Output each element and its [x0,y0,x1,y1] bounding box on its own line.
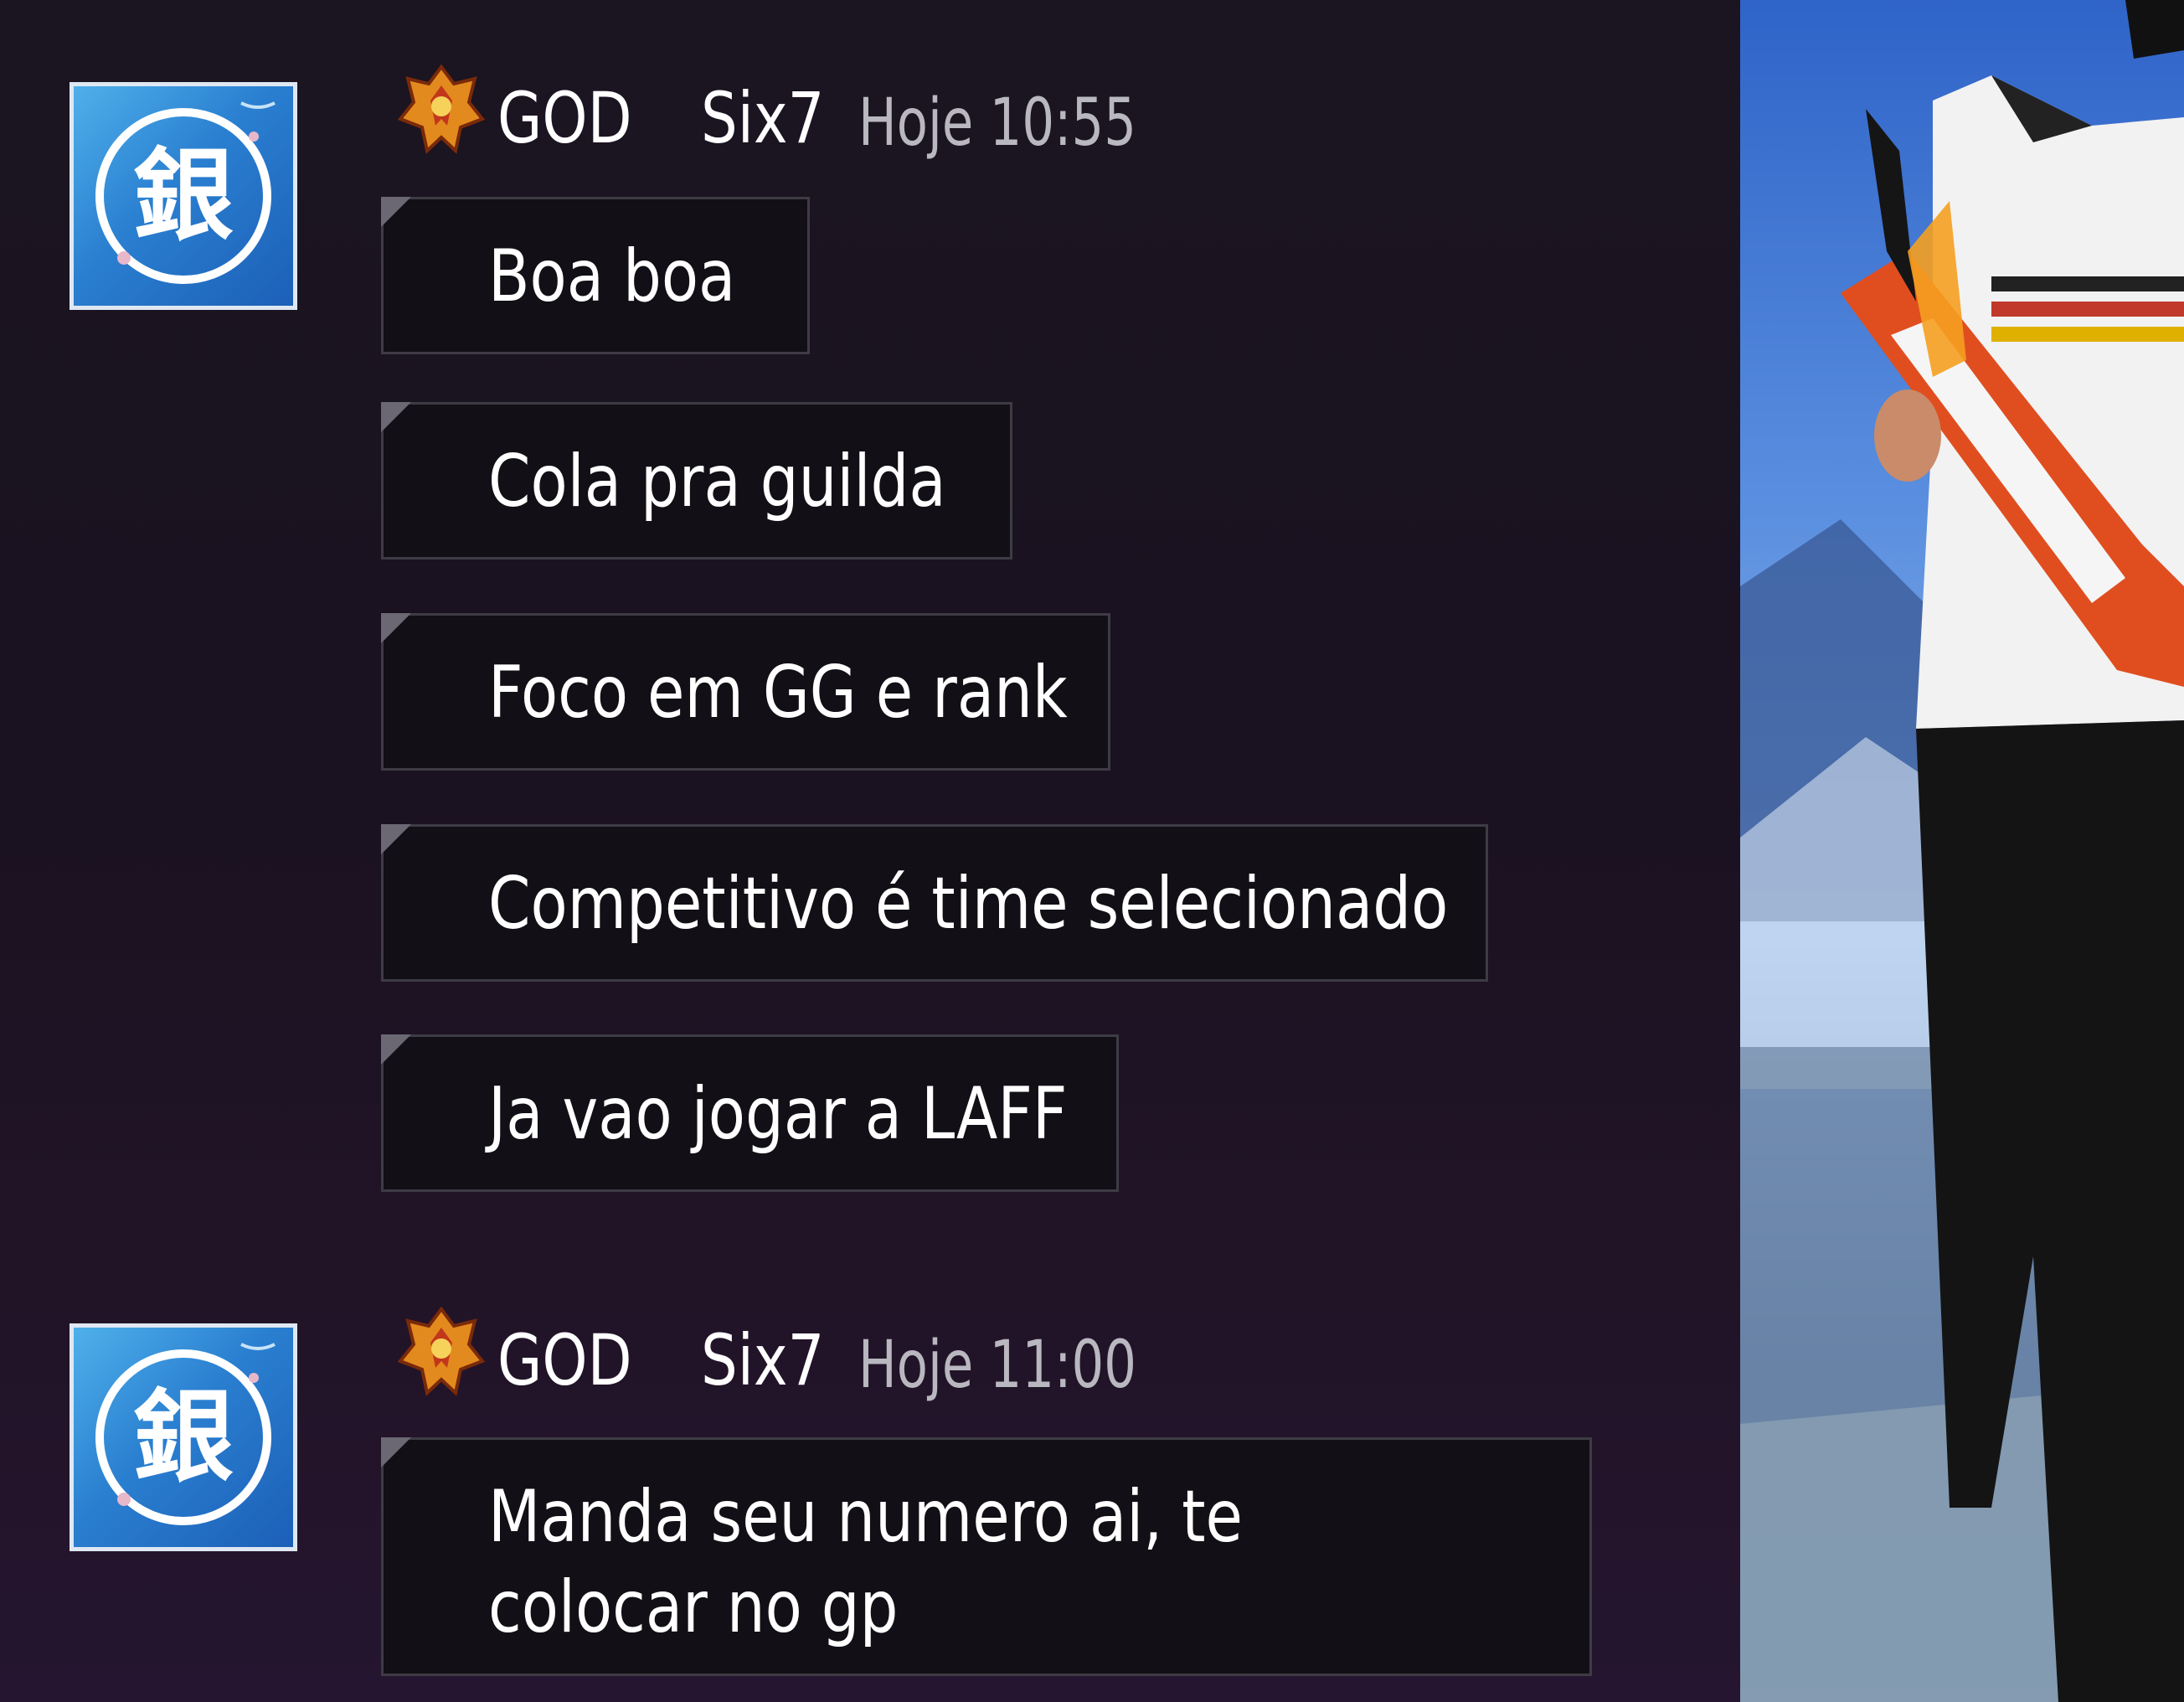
message-text: Ja vao jogar a LAFF [488,1072,1068,1156]
message-text: Cola pra guilda [488,440,946,523]
avatar-glyph: 銀 [133,137,234,255]
message-text: Boa boa [488,235,736,318]
message-text: Competitivo é time selecionado [488,862,1449,946]
timestamp: Hoje 10:55 [858,85,1136,161]
message-bubble[interactable]: Cola pra guilda [381,402,1012,560]
username[interactable]: GOD [497,1314,632,1406]
username-secondary[interactable]: Six7 [701,1314,824,1406]
message-bubble[interactable]: Foco em GG e rank [381,613,1110,771]
timestamp: Hoje 11:00 [858,1328,1136,1403]
game-character-icon [1740,0,2184,1702]
message-header: GOD Six7 Hoje 10:55 [395,60,1233,169]
message-bubble[interactable]: Competitivo é time selecionado [381,824,1488,982]
rank-emblem-icon [397,1306,486,1396]
message-bubble[interactable]: Ja vao jogar a LAFF [381,1034,1119,1192]
message-text: Foco em GG e rank [488,651,1068,735]
message-header: GOD Six7 Hoje 11:00 [395,1302,1233,1411]
message-bubble[interactable]: Boa boa [381,197,810,354]
game-character-scene [1740,0,2184,1702]
avatar-glyph: 銀 [133,1378,234,1496]
rank-emblem-icon [397,64,486,154]
chat-panel: 銀 GOD Six7 Hoje 10:55 Boa boa Cola pra g… [0,0,1740,1702]
username-secondary[interactable]: Six7 [701,72,824,164]
avatar[interactable]: 銀 [70,82,297,310]
username[interactable]: GOD [497,72,632,164]
message-text: Manda seu numero ai, te colocar no gp [488,1475,1243,1649]
message-bubble[interactable]: Manda seu numero ai, te colocar no gp [381,1437,1592,1676]
avatar[interactable]: 銀 [70,1323,297,1551]
